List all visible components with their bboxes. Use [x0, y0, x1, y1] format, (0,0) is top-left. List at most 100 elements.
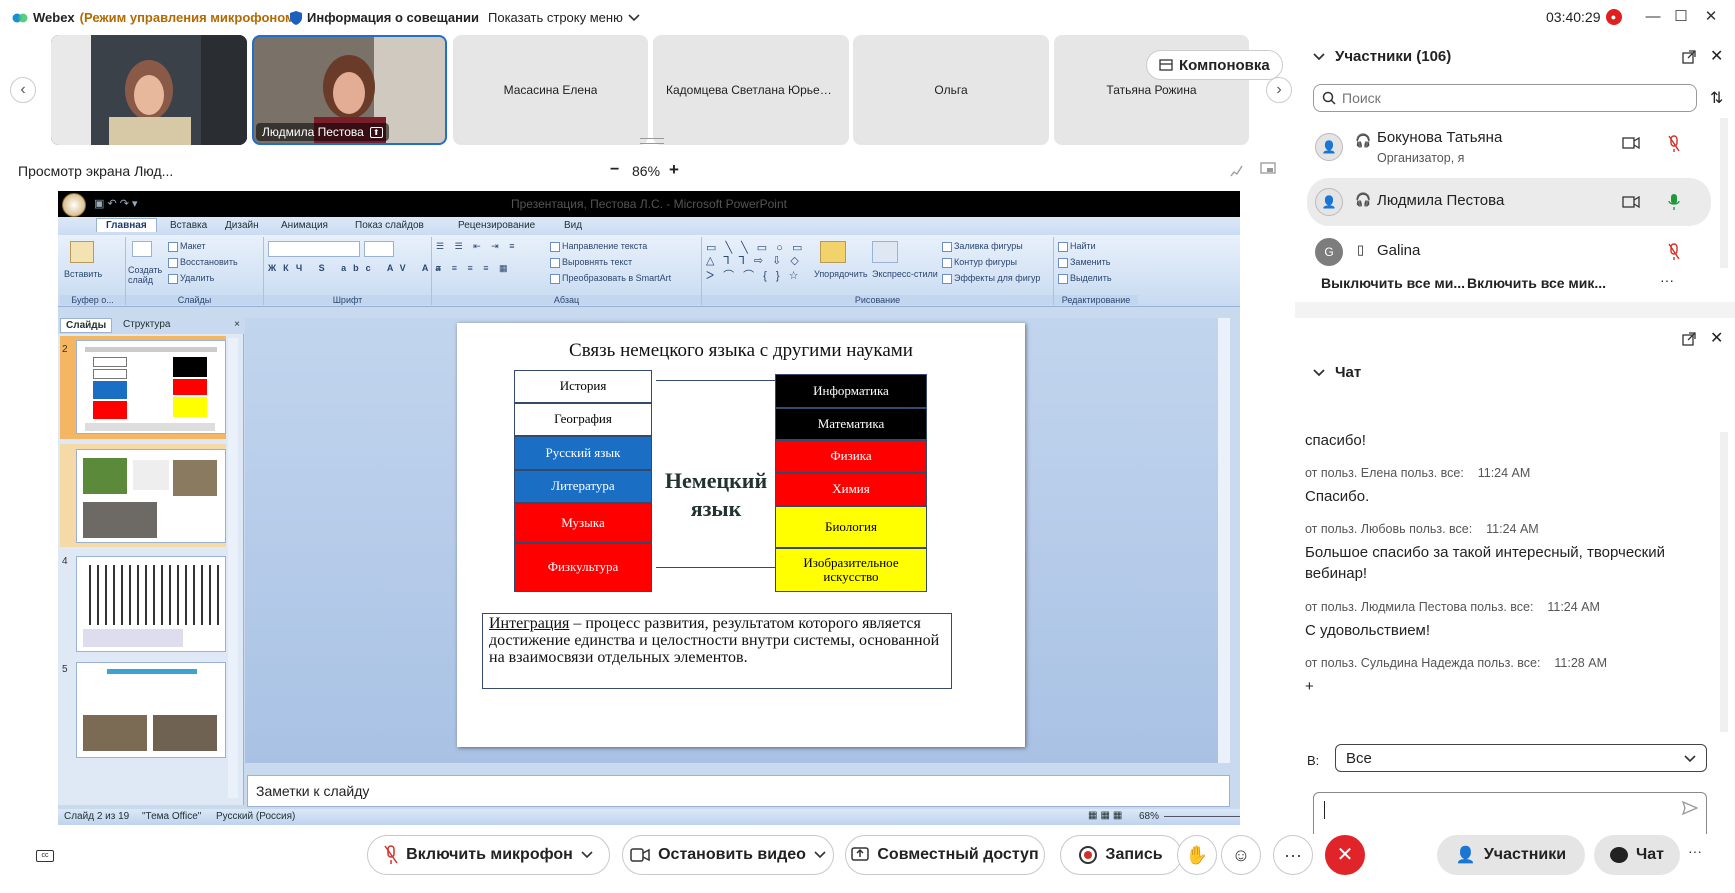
meeting-info-button[interactable]: Информация о совещании	[290, 10, 479, 25]
notes-pane[interactable]: Заметки к слайду	[247, 775, 1230, 807]
video-tile[interactable]: Ольга	[853, 35, 1049, 145]
zoom-out-button[interactable]: −	[610, 161, 619, 179]
paste-icon[interactable]	[70, 241, 94, 263]
paste-button[interactable]: Вставить	[64, 269, 102, 279]
reset-button[interactable]: Восстановить	[168, 257, 238, 268]
popout-icon[interactable]	[1682, 332, 1696, 346]
show-menu-button[interactable]: Показать строку меню	[488, 10, 640, 25]
align-buttons[interactable]: ≡ ≡ ≡ ≡ ▦	[436, 263, 512, 274]
arrange-button[interactable]: Упорядочить	[814, 269, 868, 279]
ribbon-tab[interactable]: Главная	[96, 218, 157, 232]
thumbs-scrollbar[interactable]	[228, 338, 238, 798]
shapes-gallery[interactable]: ▭ ╲ ╲ ▭ ○ ▭ △ ⅂ ⅂ ⇨ ⇩ ◇ ᐳ ⌒ ⌒ { } ☆	[706, 241, 805, 283]
smartart-button[interactable]: Преобразовать в SmartArt	[550, 273, 671, 284]
office-button-icon[interactable]	[62, 193, 86, 217]
layout-button[interactable]: Компоновка	[1146, 50, 1283, 80]
minimize-button[interactable]: —	[1642, 6, 1664, 28]
captions-icon[interactable]: cc	[36, 850, 54, 862]
reactions-button[interactable]: ☺	[1221, 835, 1261, 875]
participant-row[interactable]: 👤 🎧 Людмила Пестова	[1307, 178, 1711, 226]
slide-scrollbar[interactable]	[1218, 318, 1230, 763]
overflow-menu-button[interactable]: ···	[1688, 843, 1702, 859]
unmute-button[interactable]: Включить микрофон	[367, 835, 610, 875]
zoom-slider[interactable]	[1164, 816, 1240, 817]
resize-handle-icon[interactable]	[640, 138, 664, 144]
close-participants-icon[interactable]: ✕	[1710, 46, 1723, 66]
close-pane-icon[interactable]: ×	[234, 319, 240, 330]
chevron-down-icon[interactable]	[814, 851, 826, 859]
raise-hand-button[interactable]: ✋	[1177, 835, 1217, 875]
side-tab-slides[interactable]: Слайды	[60, 318, 113, 333]
participants-scrollbar[interactable]	[1720, 118, 1728, 268]
slide-thumbnail[interactable]	[76, 556, 226, 652]
share-button[interactable]: Совместный доступ	[845, 835, 1045, 875]
ribbon-tab[interactable]: Вид	[564, 220, 582, 231]
replace-button[interactable]: Заменить	[1058, 257, 1110, 268]
stop-video-button[interactable]: Остановить видео	[622, 835, 834, 875]
video-tile[interactable]	[51, 35, 247, 145]
close-window-button[interactable]: ✕	[1700, 6, 1722, 28]
font-format-buttons[interactable]: ЖКЧ S abc AV Aa	[268, 263, 447, 273]
text-direction-button[interactable]: Направление текста	[550, 241, 647, 252]
shape-effects-button[interactable]: Эффекты для фигур	[942, 273, 1040, 284]
zoom-in-button[interactable]: +	[669, 160, 679, 180]
microphone-muted-icon[interactable]	[1668, 243, 1680, 261]
select-button[interactable]: Выделить	[1058, 273, 1112, 284]
font-size-select[interactable]	[364, 241, 394, 257]
ribbon-tab[interactable]: Рецензирование	[458, 220, 535, 231]
chevron-down-icon[interactable]	[1313, 52, 1325, 61]
chevron-down-icon[interactable]	[1313, 368, 1325, 377]
arrange-icon[interactable]	[820, 241, 846, 263]
slide-thumbnail[interactable]	[76, 449, 226, 543]
participant-row[interactable]: 👤 🎧 Бокунова Татьяна Организатор, я	[1307, 123, 1711, 171]
strip-next-button[interactable]: ›	[1266, 77, 1292, 103]
new-slide-icon[interactable]	[132, 241, 152, 257]
popout-icon[interactable]	[1682, 50, 1696, 64]
participant-row[interactable]: G ▯ Galina	[1307, 228, 1711, 276]
quick-access-icon[interactable]: ▣ ↶ ↷ ▾	[94, 191, 138, 217]
ribbon-tab[interactable]: Вставка	[170, 220, 207, 231]
participants-toggle-button[interactable]: 👤 Участники	[1437, 835, 1585, 875]
popout-icon[interactable]	[1260, 162, 1276, 176]
maximize-button[interactable]: ☐	[1670, 6, 1692, 28]
slide-thumbnail[interactable]	[76, 662, 226, 758]
chevron-down-icon[interactable]	[581, 851, 593, 859]
microphone-active-icon[interactable]	[1668, 193, 1680, 211]
chat-recipient-select[interactable]: Все	[1335, 744, 1707, 772]
ribbon-tab[interactable]: Показ слайдов	[355, 220, 424, 231]
current-slide[interactable]: Связь немецкого языка с другими науками …	[457, 323, 1025, 747]
shape-outline-button[interactable]: Контур фигуры	[942, 257, 1017, 268]
mute-all-button[interactable]: Выключить все ми...	[1321, 275, 1465, 291]
find-button[interactable]: Найти	[1058, 241, 1096, 252]
quick-styles-button[interactable]: Экспресс-стили	[872, 269, 938, 279]
sort-icon[interactable]: ⇅	[1710, 88, 1723, 108]
more-options-button[interactable]: ···	[1273, 835, 1313, 875]
unmute-all-button[interactable]: Включить все мик...	[1467, 275, 1606, 291]
list-buttons[interactable]: ☰ ☰ ⇤ ⇥ ≡	[436, 241, 518, 252]
slide-thumbnail[interactable]	[76, 340, 226, 434]
create-slide-button[interactable]: Создать слайд	[128, 265, 168, 285]
quick-styles-icon[interactable]	[872, 241, 898, 263]
ribbon-tab[interactable]: Дизайн	[225, 220, 259, 231]
chat-toggle-button[interactable]: Чат	[1594, 835, 1680, 875]
view-buttons[interactable]: ▦▦▦	[1088, 810, 1125, 821]
send-icon[interactable]	[1682, 801, 1698, 815]
side-tab-outline[interactable]: Структура	[118, 319, 175, 330]
delete-slide-button[interactable]: Удалить	[168, 273, 214, 284]
chat-scrollbar[interactable]	[1720, 432, 1728, 732]
participants-more-button[interactable]: ···	[1660, 272, 1674, 288]
ribbon-tab[interactable]: Анимация	[281, 220, 328, 231]
record-button[interactable]: Запись	[1060, 835, 1182, 875]
leave-meeting-button[interactable]: ✕	[1325, 835, 1365, 875]
video-tile[interactable]: Масасина Елена	[453, 35, 648, 145]
close-chat-icon[interactable]: ✕	[1710, 328, 1723, 348]
layout-button-ppt[interactable]: Макет	[168, 241, 205, 252]
video-tile[interactable]: Кадомцева Светлана Юрьев...	[653, 35, 849, 145]
video-tile-active[interactable]: Людмила Пестова ⬆	[252, 35, 447, 145]
search-input[interactable]	[1342, 90, 1672, 106]
strip-prev-button[interactable]: ‹	[10, 77, 36, 103]
annotate-icon[interactable]	[1230, 163, 1244, 177]
font-family-select[interactable]	[268, 241, 360, 257]
participant-search[interactable]	[1313, 84, 1697, 112]
shape-fill-button[interactable]: Заливка фигуры	[942, 241, 1023, 252]
